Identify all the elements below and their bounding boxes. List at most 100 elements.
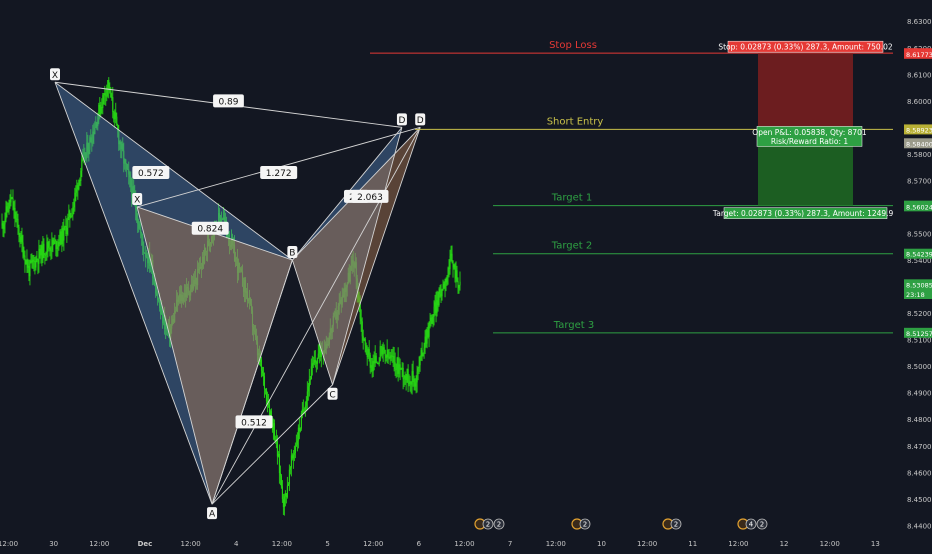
candle-body: [101, 106, 103, 109]
candle-body: [40, 245, 42, 256]
candle-body: [66, 227, 68, 235]
candle-body: [387, 349, 389, 358]
candle-body: [368, 349, 370, 355]
candle-body: [78, 179, 80, 190]
candle-body: [283, 496, 285, 507]
candle-body: [296, 440, 298, 445]
candle-body: [55, 240, 57, 250]
candle-body: [389, 356, 391, 359]
candle-body: [30, 260, 32, 263]
candle-body: [308, 379, 310, 387]
candle-body: [421, 350, 423, 357]
candle-body: [396, 357, 398, 370]
y-tick-label: 8.57000: [907, 177, 932, 185]
candle-body: [419, 356, 421, 366]
candle-body: [47, 241, 49, 248]
candle-body: [379, 346, 381, 361]
candle-body: [50, 250, 52, 252]
candle-body: [440, 293, 442, 297]
candle-body: [315, 362, 317, 364]
candle-body: [9, 200, 11, 203]
event-count: 2: [760, 521, 764, 529]
candle-body: [454, 264, 456, 279]
y-tick-label: 8.60000: [907, 98, 932, 106]
candle-body: [22, 242, 24, 257]
candle-body: [34, 260, 36, 268]
candle-body: [455, 270, 457, 279]
candle-body: [79, 179, 81, 181]
event-count: 4: [749, 521, 754, 529]
candle-body: [44, 254, 46, 256]
x-tick-label: 12:00: [272, 540, 292, 548]
candle-body: [49, 247, 51, 251]
candle-body: [369, 354, 371, 368]
candle-body: [435, 302, 437, 313]
candle-body: [437, 300, 439, 306]
candle-body: [116, 116, 118, 126]
candle-body: [377, 362, 379, 365]
candle-body: [7, 211, 9, 213]
candle-body: [19, 236, 21, 242]
candle-body: [35, 258, 37, 268]
y-tick-label: 8.44000: [907, 522, 932, 530]
candle-body: [404, 375, 406, 379]
candle-body: [422, 352, 424, 357]
x-axis: 12:00 30 12:00 Dec 12:00 4 12:00 5 12:00 6 12:00 7 1…: [0, 536, 932, 550]
candle-body: [13, 207, 15, 210]
candle-body: [70, 216, 72, 218]
candle-body: [272, 423, 275, 430]
price-tag: 8.58923: [906, 126, 932, 134]
candle-body: [375, 355, 377, 363]
candle-body: [259, 359, 262, 362]
candle-body: [280, 475, 282, 487]
candle-body: [58, 241, 60, 245]
candle-body: [414, 378, 416, 387]
level-label: Target 1: [551, 193, 592, 204]
candle-body: [25, 259, 27, 264]
candle-body: [291, 455, 293, 459]
candle-body: [299, 428, 301, 432]
candle-body: [405, 375, 407, 381]
candle-body: [409, 381, 411, 384]
candle-body: [445, 278, 447, 283]
candle-body: [432, 316, 434, 324]
candle-body: [366, 353, 368, 358]
price-tag: 8.53085: [906, 281, 932, 289]
x-tick-label: 6: [417, 540, 422, 548]
candle-body: [113, 111, 115, 120]
candle-body: [360, 318, 362, 322]
candle-body: [392, 355, 394, 357]
candle-body: [39, 248, 41, 256]
candle-body: [443, 283, 445, 288]
candle-body: [67, 216, 69, 228]
candle-body: [442, 283, 444, 290]
candle-body: [14, 207, 16, 219]
candle-body: [111, 97, 113, 99]
candle-body: [5, 206, 7, 220]
candle-body: [363, 338, 365, 341]
candle-body: [36, 258, 38, 260]
pattern-point-label: X: [52, 71, 58, 81]
candle-body: [24, 255, 26, 264]
candle-body: [430, 317, 432, 322]
candle-body: [393, 355, 395, 363]
candle-body: [289, 467, 291, 470]
y-axis-background: [893, 0, 932, 550]
candle-body: [402, 367, 404, 379]
ratio-label: 1.272: [266, 169, 292, 179]
y-tick-label: 8.51000: [907, 337, 932, 345]
candle-body: [27, 265, 29, 268]
candle-body: [413, 378, 415, 382]
candle-body: [385, 355, 387, 358]
candle-body: [310, 366, 312, 380]
candle-body: [45, 252, 47, 255]
candle-body: [51, 239, 53, 251]
candle-body: [108, 80, 110, 91]
candle-body: [450, 253, 452, 256]
x-tick-label: 12:00: [728, 540, 748, 548]
pattern-point-label: B: [289, 249, 295, 259]
candle-body: [397, 357, 399, 374]
candle-body: [390, 355, 392, 359]
candle-body: [31, 259, 33, 263]
candle-body: [286, 485, 288, 498]
